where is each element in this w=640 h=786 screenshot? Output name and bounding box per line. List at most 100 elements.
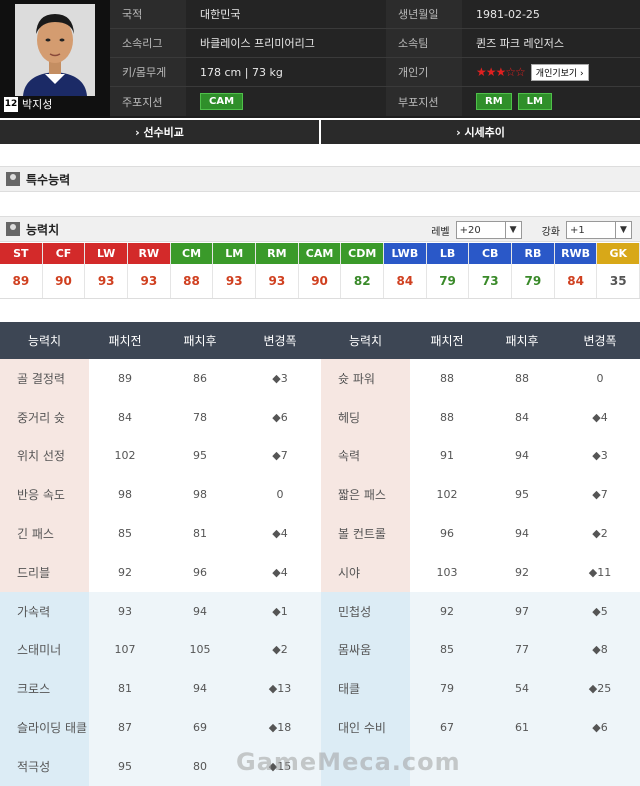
stat-name: 반응 속도 [0,475,89,515]
table-row: 드리블 92 96 ◆4 시야 103 92 ◆11 [0,552,640,592]
stat-after: 94 [484,436,560,476]
position-label: LW [85,243,128,264]
enhance-value: +1 [570,224,585,236]
stat-before: 85 [410,630,484,670]
table-row: 반응 속도 98 98 0 짧은 패스 102 95 ◆7 [0,475,640,515]
position-label: LWB [384,243,426,264]
stats-column-header: 능력치 [0,322,89,359]
position-label: ST [0,243,42,264]
level-select[interactable]: +20 ▼ [455,221,522,239]
sub-position-badge: LM [517,93,552,110]
stat-before: 88 [410,397,484,437]
position-label: CDM [341,243,384,264]
stat-change: ◆4 [239,552,321,592]
label-main-position: 주포지션 [110,87,186,116]
value-skill: ★★★☆☆ 개인기보기 › [462,58,640,86]
stat-before: 93 [89,591,161,631]
position-rating: 84 [396,274,414,288]
stat-before: 79 [410,669,484,709]
stat-after: 94 [161,669,239,709]
stat-after: 84 [484,397,560,437]
position-label: RW [128,243,170,264]
position-rating: 73 [481,274,499,288]
compare-players-button[interactable]: › 선수비교 [0,120,319,144]
position-label: LM [213,243,256,264]
stat-before: 103 [410,552,484,592]
action-bar: › 선수비교 › 시세추이 [0,120,640,144]
stat-before: 92 [410,591,484,631]
skill-view-button[interactable]: 개인기보기 › [530,63,589,81]
table-row: 위치 선정 102 95 ◆7 속력 91 94 ◆3 [0,436,640,476]
stat-change: ◆5 [560,591,640,631]
stat-after: 77 [484,630,560,670]
enhance-select[interactable]: +1 ▼ [566,221,632,239]
table-row: 긴 패스 85 81 ◆4 볼 컨트롤 96 94 ◆2 [0,514,640,553]
position-label: RB [512,243,554,264]
ability-header: 능력치 레벨 +20 ▼ 강화 +1 ▼ [0,216,640,242]
price-trend-button[interactable]: › 시세추이 [321,120,640,144]
value-sub-position: RM LM [462,87,640,116]
position-cell-gk: GK 35 [597,243,640,298]
position-cell-st: ST 89 [0,243,43,298]
position-rating: 93 [140,274,158,288]
position-label: CF [42,243,85,264]
stats-column-header: 변경폭 [560,322,640,359]
stats-column-header: 변경폭 [239,322,321,359]
stat-change: ◆11 [560,552,640,592]
stat-change: ◆8 [560,630,640,670]
sub-position-badge: RM [476,93,512,110]
stat-after: 96 [161,552,239,592]
stat-change: ◆18 [239,708,321,747]
stat-name: 위치 선정 [0,436,89,476]
position-label: GK [597,243,640,264]
position-cell-rw: RW 93 [128,243,171,298]
table-row: 슬라이딩 태클 87 69 ◆18 대인 수비 67 61 ◆6 [0,708,640,747]
value-league: 바클레이스 프리미어리그 [186,29,386,57]
stat-name: 몸싸움 [321,630,410,670]
position-rating: 89 [12,274,30,288]
player-name: 박지성 [22,98,53,111]
label-sub-position: 부포지션 [386,87,462,116]
position-rating: 90 [55,274,72,288]
stat-before: 67 [410,708,484,747]
stat-change: ◆13 [239,669,321,709]
position-label: RM [256,243,298,264]
stat-change: ◆2 [560,514,640,553]
stat-change: ◆4 [239,514,321,553]
watermark: GameMeca.com [236,748,461,776]
player-profile: 12 박지성 국적 대한민국 생년월일 1981-02-25 소속리그 바클레이… [0,0,640,118]
stat-after: 61 [484,708,560,747]
stat-after: 98 [161,475,239,515]
stat-name: 짧은 패스 [321,475,410,515]
stat-name: 속력 [321,436,410,476]
ability-title: 능력치 [26,222,60,237]
stat-after: 97 [484,591,560,631]
position-rating: 79 [524,274,542,288]
stat-name: 긴 패스 [0,514,89,553]
position-ratings: ST 89 CF 90 LW 93 RW 93 CM 88 LM 93 RM 93 CAM 90 CDM 82 LW… [0,243,640,299]
position-cell-rb: RB 79 [512,243,555,298]
table-row: 가속력 93 94 ◆1 민첩성 92 97 ◆5 [0,591,640,631]
value-team: 퀸즈 파크 레인저스 [462,29,640,57]
stat-change: 0 [560,359,640,398]
position-rating: 79 [439,274,456,288]
stat-after: 95 [161,436,239,476]
label-birthdate: 생년월일 [386,0,462,28]
stat-change: ◆4 [560,397,640,437]
stat-name: 시야 [321,552,410,592]
player-face-image [15,4,95,96]
position-label: CM [170,243,213,264]
label-league: 소속리그 [110,29,186,57]
stat-name: 스태미너 [0,630,89,670]
stat-name: 대인 수비 [321,708,410,747]
stat-before: 96 [410,514,484,553]
position-rating: 93 [97,274,115,288]
position-cell-cb: CB 73 [469,243,513,298]
stat-before: 102 [410,475,484,515]
stat-name: 드리블 [0,552,89,592]
stat-before: 81 [89,669,161,709]
position-rating: 88 [183,274,200,288]
position-cell-lm: LM 93 [213,243,257,298]
position-rating: 93 [225,274,243,288]
chevron-down-icon: ▼ [504,222,521,238]
